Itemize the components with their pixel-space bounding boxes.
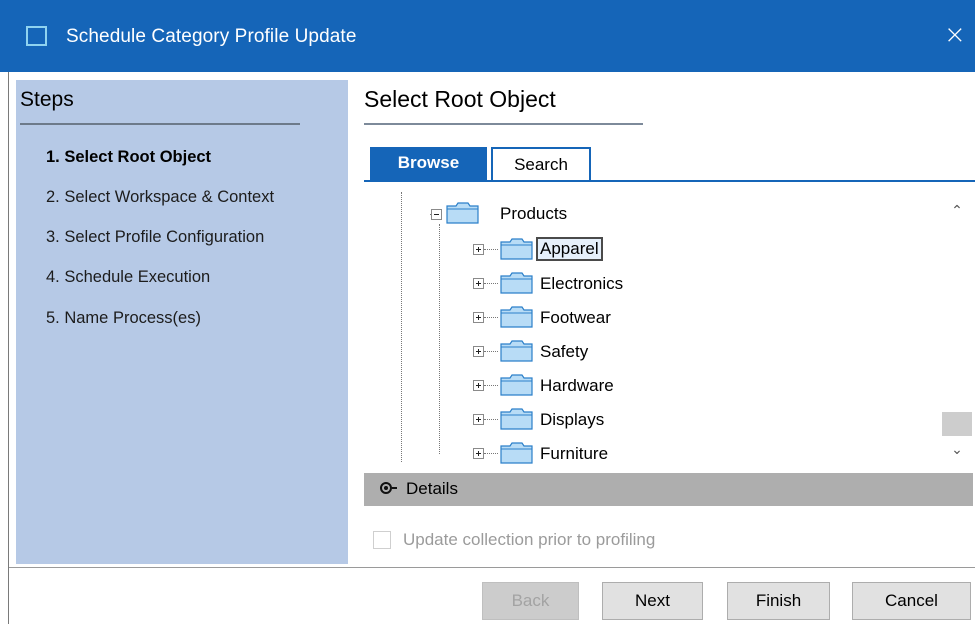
- collapse-icon[interactable]: [431, 209, 442, 220]
- tree-guide-line: [484, 385, 498, 386]
- tree-guide-line: [484, 317, 498, 318]
- folder-icon: [500, 374, 533, 396]
- update-collection-label: Update collection prior to profiling: [403, 530, 656, 549]
- expand-icon[interactable]: [473, 448, 484, 459]
- tree-guide-line: [439, 224, 440, 454]
- steps-panel: Steps 1. Select Root Object 2. Select Wo…: [16, 80, 348, 564]
- tree-view[interactable]: Products Apparel Electronics Footwear Sa…: [364, 182, 975, 472]
- title-bar: Schedule Category Profile Update ×: [0, 0, 975, 72]
- tree-guide-line: [484, 283, 498, 284]
- tree-node-apparel[interactable]: Apparel: [536, 237, 603, 261]
- step-item-schedule-execution: 4. Schedule Execution: [46, 268, 211, 286]
- folder-icon: [500, 272, 533, 294]
- details-icon-stem: [392, 487, 397, 489]
- folder-icon: [500, 340, 533, 362]
- tree-node-hardware[interactable]: Hardware: [540, 376, 614, 396]
- folder-icon: [500, 238, 533, 260]
- tree-node-electronics[interactable]: Electronics: [540, 274, 623, 294]
- tree-node-displays[interactable]: Displays: [540, 410, 604, 430]
- details-bar[interactable]: Details: [364, 473, 973, 506]
- details-label[interactable]: Details: [406, 479, 458, 499]
- expand-icon[interactable]: [473, 346, 484, 357]
- chevron-down-icon[interactable]: ⌄: [941, 442, 973, 466]
- back-button[interactable]: Back: [482, 582, 579, 620]
- tree-node-footwear[interactable]: Footwear: [540, 308, 611, 328]
- tree-node-furniture[interactable]: Furniture: [540, 444, 608, 464]
- step-item-select-workspace-context: 2. Select Workspace & Context: [46, 188, 275, 206]
- tree-guide-line: [401, 192, 402, 462]
- window-icon: [26, 26, 47, 46]
- tree-guide-line: [484, 249, 498, 250]
- chevron-up-icon[interactable]: ⌃: [941, 203, 973, 227]
- folder-icon: [500, 408, 533, 430]
- step-item-select-profile-configuration: 3. Select Profile Configuration: [46, 228, 265, 246]
- finish-button[interactable]: Finish: [727, 582, 830, 620]
- steps-title: Steps: [20, 88, 74, 111]
- expand-icon[interactable]: [473, 244, 484, 255]
- cancel-button[interactable]: Cancel: [852, 582, 971, 620]
- expand-icon[interactable]: [473, 278, 484, 289]
- divider: [364, 123, 643, 125]
- expand-details-icon[interactable]: [380, 482, 392, 494]
- update-collection-checkbox[interactable]: [373, 531, 391, 549]
- tree-node-products[interactable]: Products: [500, 204, 567, 224]
- tree-guide-line: [484, 419, 498, 420]
- tab-search[interactable]: Search: [491, 147, 591, 181]
- footer-divider: [9, 567, 975, 568]
- expand-icon[interactable]: [473, 380, 484, 391]
- expand-icon[interactable]: [473, 414, 484, 425]
- expand-icon[interactable]: [473, 312, 484, 323]
- tree-guide-line: [484, 453, 498, 454]
- tree-scrollbar[interactable]: ⌃ ⌄: [941, 197, 973, 472]
- folder-icon: [500, 306, 533, 328]
- folder-icon: [500, 442, 533, 464]
- close-icon[interactable]: ×: [944, 21, 966, 49]
- folder-icon: [446, 202, 479, 224]
- page-title: Select Root Object: [364, 86, 556, 112]
- scrollbar-thumb[interactable]: [942, 412, 972, 436]
- divider: [20, 123, 300, 125]
- tree-node-safety[interactable]: Safety: [540, 342, 588, 362]
- tab-browse[interactable]: Browse: [370, 147, 487, 181]
- step-item-select-root-object: 1. Select Root Object: [46, 148, 212, 166]
- step-item-name-processes: 5. Name Process(es): [46, 309, 201, 327]
- window-title: Schedule Category Profile Update: [66, 26, 357, 47]
- tree-guide-line: [484, 351, 498, 352]
- next-button[interactable]: Next: [602, 582, 703, 620]
